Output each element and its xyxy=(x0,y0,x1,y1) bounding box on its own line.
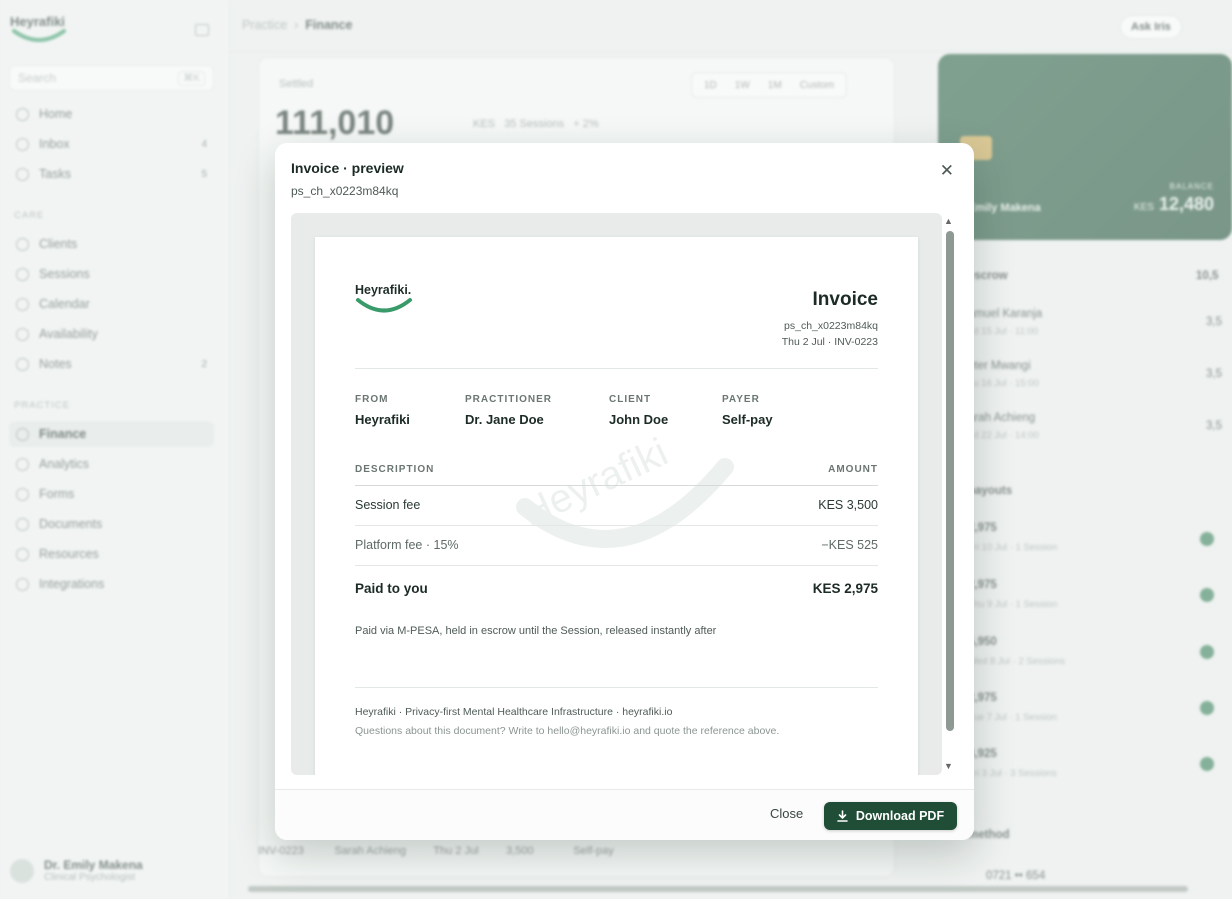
line-amount: KES 3,500 xyxy=(818,498,878,512)
column-description: DESCRIPTION xyxy=(355,464,435,475)
party-payer: PAYER Self-pay xyxy=(722,394,773,427)
divider xyxy=(355,368,878,369)
document-viewer[interactable]: Heyrafiki Heyrafiki. Invoice ps_ch_x0223… xyxy=(291,213,942,775)
modal-footer: Close Download PDF xyxy=(275,789,974,840)
viewer-scrollbar[interactable]: ▲ ▼ xyxy=(944,213,956,775)
party-practitioner: PRACTITIONER Dr. Jane Doe xyxy=(465,394,552,427)
line-amount: −KES 525 xyxy=(821,538,878,552)
modal-title: Invoice · preview xyxy=(291,160,404,176)
scroll-down-icon[interactable]: ▼ xyxy=(944,761,953,771)
download-pdf-button[interactable]: Download PDF xyxy=(824,802,957,830)
close-button[interactable]: Close xyxy=(770,806,803,821)
payment-note: Paid via M-PESA, held in escrow until th… xyxy=(355,625,717,637)
download-icon xyxy=(837,810,848,822)
scrollbar-thumb[interactable] xyxy=(946,231,954,731)
modal-reference: ps_ch_x0223m84kq xyxy=(291,184,399,198)
line-description: Session fee xyxy=(355,498,421,512)
invoice-date: Thu 2 Jul · INV-0223 xyxy=(781,336,878,348)
column-amount: AMOUNT xyxy=(828,464,878,475)
close-icon[interactable]: ✕ xyxy=(940,161,954,181)
divider xyxy=(355,525,878,526)
invoice-title: Invoice xyxy=(812,289,878,310)
footer-contact: Questions about this document? Write to … xyxy=(355,725,780,737)
party-from: FROM Heyrafiki xyxy=(355,394,410,427)
divider xyxy=(355,565,878,566)
smile-logo-icon xyxy=(356,298,412,313)
footer-line: Heyrafiki · Privacy-first Mental Healthc… xyxy=(355,706,673,718)
invoice-preview-modal: Invoice · preview ps_ch_x0223m84kq ✕ Hey… xyxy=(275,143,974,840)
invoice-reference: ps_ch_x0223m84kq xyxy=(784,320,878,332)
invoice-logo: Heyrafiki. xyxy=(355,283,413,316)
divider xyxy=(355,485,878,486)
invoice-document: Heyrafiki Heyrafiki. Invoice ps_ch_x0223… xyxy=(315,237,918,775)
total-label: Paid to you xyxy=(355,581,428,596)
divider xyxy=(355,687,878,688)
line-description: Platform fee · 15% xyxy=(355,538,459,552)
total-amount: KES 2,975 xyxy=(812,581,878,596)
scroll-up-icon[interactable]: ▲ xyxy=(944,216,953,226)
party-client: CLIENT John Doe xyxy=(609,394,669,427)
